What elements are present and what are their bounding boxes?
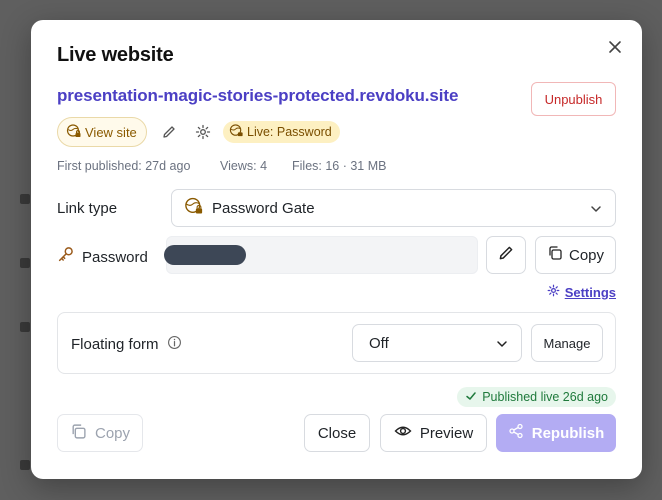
- site-url-link[interactable]: presentation-magic-stories-protected.rev…: [57, 86, 458, 106]
- globe-lock-icon: [66, 123, 82, 142]
- preview-button[interactable]: Preview: [380, 414, 487, 452]
- backdrop-marker: [20, 460, 30, 470]
- floating-form-card: Floating form Off Manage: [57, 312, 616, 374]
- copy-password-button[interactable]: Copy: [535, 236, 616, 274]
- password-field[interactable]: [164, 236, 478, 274]
- view-site-button[interactable]: View site: [57, 117, 147, 147]
- views-count-text: Views: 4: [220, 159, 268, 173]
- password-mask: [164, 245, 246, 265]
- close-icon[interactable]: [606, 38, 624, 56]
- globe-lock-icon: [184, 196, 204, 220]
- live-website-dialog: Live website presentation-magic-stories-…: [31, 20, 642, 479]
- copy-icon: [547, 245, 563, 265]
- copy-label: Copy: [568, 246, 605, 264]
- globe-lock-icon: [229, 123, 244, 141]
- pencil-icon: [497, 244, 515, 267]
- first-published-text: First published: 27d ago: [57, 159, 191, 173]
- chevron-down-icon: [495, 337, 509, 355]
- dialog-title: Live website: [57, 44, 174, 66]
- floating-form-select[interactable]: Off: [352, 324, 522, 362]
- chevron-down-icon: [589, 202, 603, 220]
- copy-button[interactable]: Copy: [57, 414, 143, 452]
- settings-label: Settings: [564, 284, 616, 300]
- link-type-label: Link type: [57, 200, 118, 217]
- copy-button-label: Copy: [94, 424, 131, 442]
- floating-form-label: Floating form: [71, 336, 159, 353]
- settings-link[interactable]: Settings: [547, 284, 616, 300]
- gear-icon[interactable]: [193, 122, 213, 142]
- copy-icon: [70, 423, 87, 444]
- eye-icon: [394, 422, 412, 444]
- files-info-text: Files: 16 · 31 MB: [292, 159, 387, 173]
- gear-icon: [547, 284, 560, 300]
- view-site-label: View site: [85, 124, 137, 140]
- preview-label: Preview: [419, 424, 474, 442]
- password-label-group: Password: [57, 246, 148, 268]
- key-icon: [57, 246, 74, 268]
- backdrop-marker: [20, 322, 30, 332]
- live-status-badge: Live: Password: [223, 121, 340, 143]
- published-status-text: Published live 26d ago: [482, 390, 608, 404]
- unpublish-button[interactable]: Unpublish: [531, 82, 616, 116]
- manage-button[interactable]: Manage: [531, 324, 603, 362]
- backdrop-marker: [20, 194, 30, 204]
- pencil-icon[interactable]: [159, 122, 179, 142]
- link-type-select[interactable]: Password Gate: [171, 189, 616, 227]
- edit-password-button[interactable]: [486, 236, 526, 274]
- republish-label: Republish: [531, 424, 605, 442]
- floating-form-value: Off: [369, 334, 389, 352]
- link-type-value: Password Gate: [212, 199, 315, 217]
- republish-button[interactable]: Republish: [496, 414, 616, 452]
- share-icon: [508, 423, 524, 443]
- backdrop-marker: [20, 258, 30, 268]
- check-icon: [465, 390, 477, 405]
- live-badge-label: Live: Password: [247, 125, 332, 139]
- published-status-badge: Published live 26d ago: [457, 387, 616, 407]
- close-button[interactable]: Close: [304, 414, 370, 452]
- info-icon[interactable]: [167, 335, 182, 354]
- password-label: Password: [82, 248, 148, 266]
- floating-form-label-group: Floating form: [71, 335, 182, 354]
